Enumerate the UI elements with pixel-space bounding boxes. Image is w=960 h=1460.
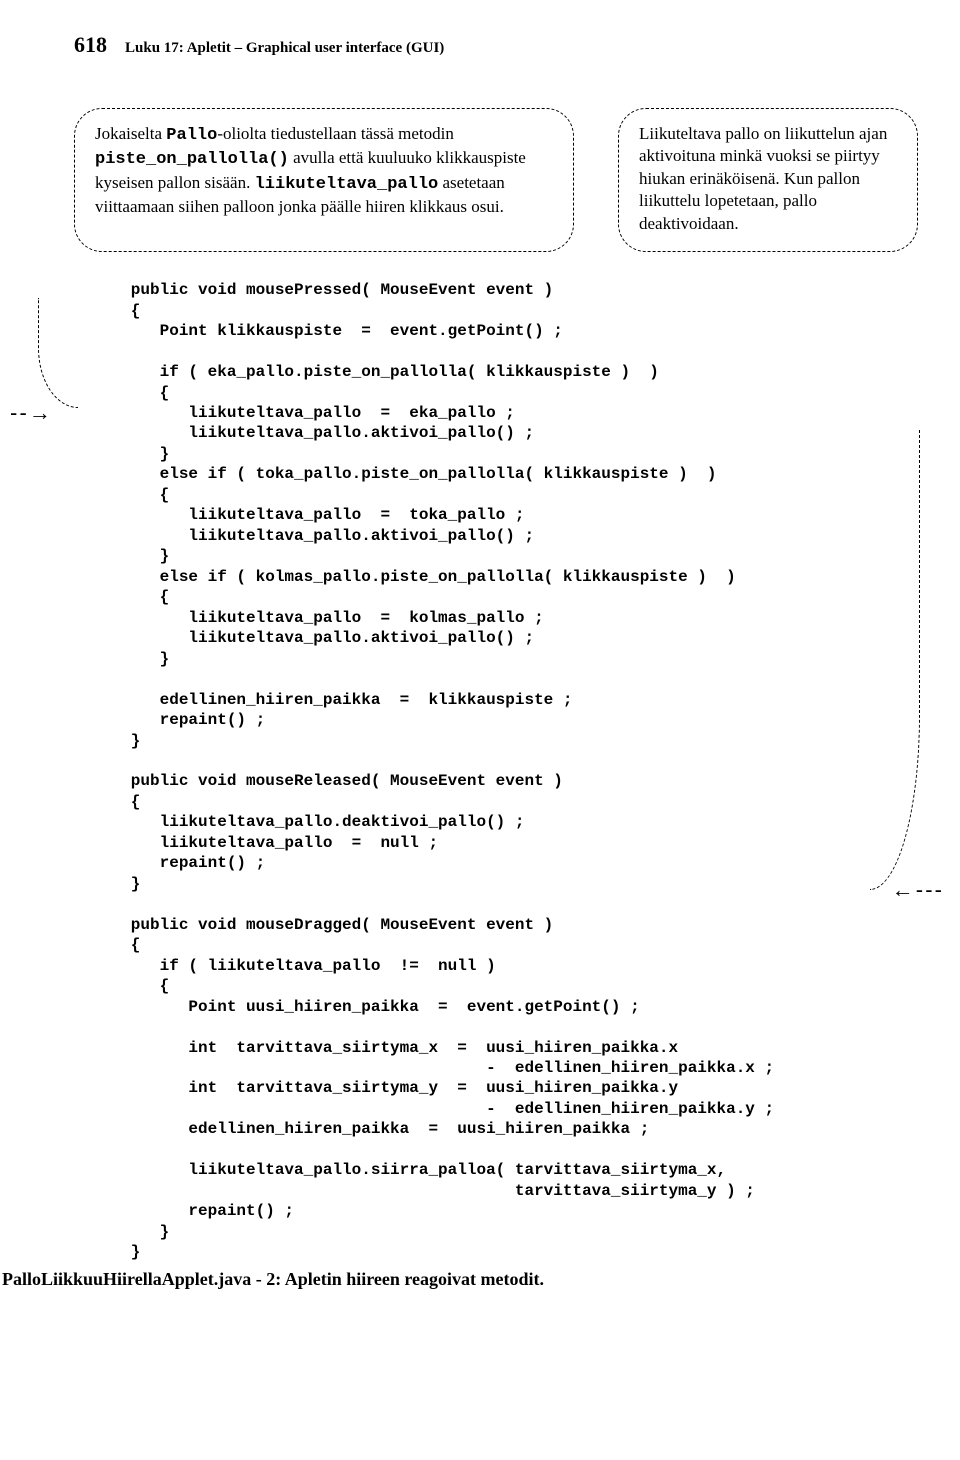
callout-text: Jokaiselta bbox=[95, 124, 166, 143]
callout-text: Liikuteltava pallo on liikuttelun ajan a… bbox=[639, 124, 887, 233]
page-number: 618 bbox=[74, 32, 107, 58]
code-block: public void mousePressed( MouseEvent eve… bbox=[66, 280, 918, 1263]
callout-right: Liikuteltava pallo on liikuttelun ajan a… bbox=[618, 108, 918, 252]
arrow-right-icon: ← - - - bbox=[892, 877, 940, 903]
code-inline: piste_on_pallolla() bbox=[95, 150, 289, 169]
arrow-left-icon: - - → bbox=[10, 400, 49, 426]
chapter-title: Luku 17: Apletit – Graphical user interf… bbox=[125, 40, 444, 57]
code-inline: liikuteltava_pallo bbox=[255, 175, 439, 194]
figure-caption: PalloLiikkuuHiirellaApplet.java - 2: Apl… bbox=[2, 1269, 918, 1290]
callout-text: -oliolta tiedustellaan tässä metodin bbox=[217, 124, 454, 143]
callout-left: Jokaiselta Pallo-oliolta tiedustellaan t… bbox=[74, 108, 574, 252]
page-header: 618 Luku 17: Apletit – Graphical user in… bbox=[74, 32, 918, 58]
code-block-container: - - → ← - - - public void mousePressed( … bbox=[66, 280, 918, 1263]
code-inline: Pallo bbox=[166, 126, 217, 145]
